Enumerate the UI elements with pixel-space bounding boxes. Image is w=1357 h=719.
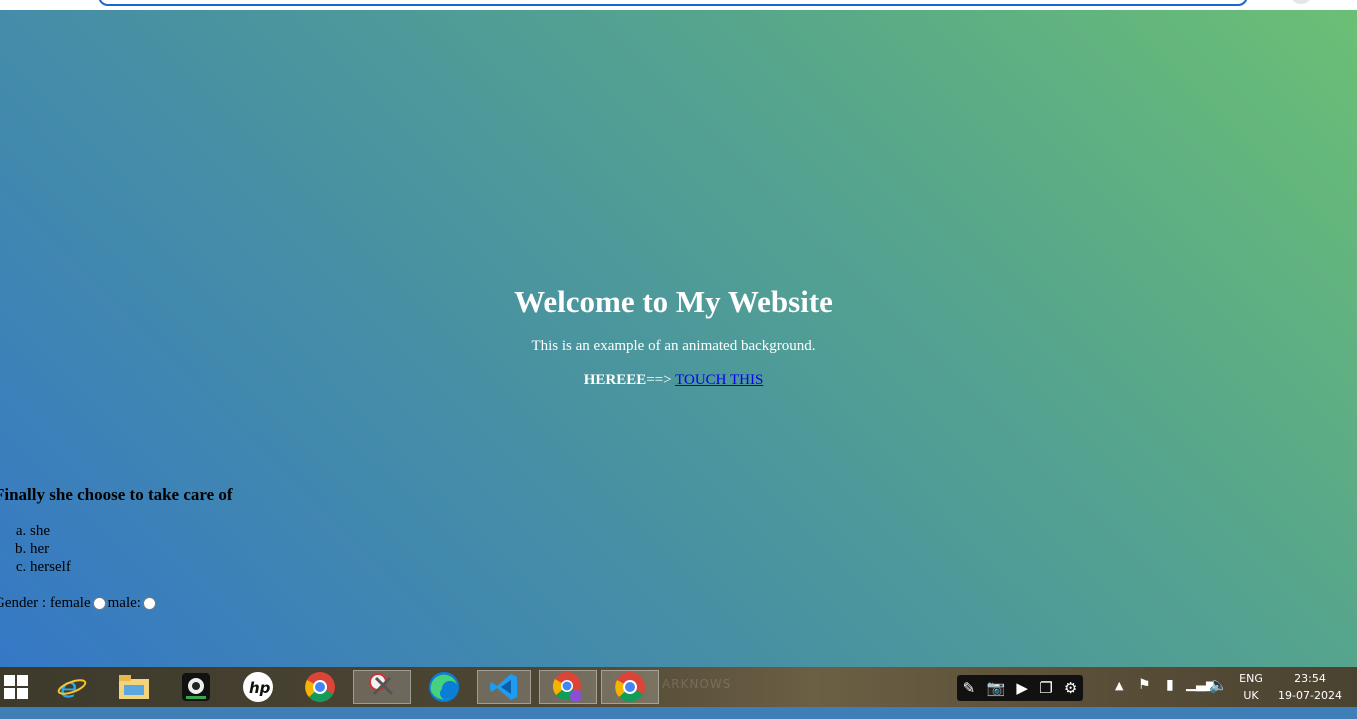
svg-text:hp: hp <box>249 679 271 697</box>
snipping-tool-icon[interactable] <box>353 670 411 704</box>
cta-prefix: HEREEE <box>583 372 647 388</box>
list-item: herself <box>30 558 233 576</box>
flag-icon[interactable]: ⚑ <box>1138 677 1151 717</box>
clock[interactable]: 23:54 19-07-2024 <box>1276 670 1344 710</box>
list-item: she <box>30 522 233 540</box>
list-item: her <box>30 540 233 558</box>
female-label: female <box>49 595 91 611</box>
quiz-options: she her herself <box>0 522 233 576</box>
quiz-question: Finally she choose to take care of <box>0 485 233 504</box>
battery-icon[interactable]: ▮ <box>1166 677 1174 717</box>
time: 23:54 <box>1294 672 1326 685</box>
date: 19-07-2024 <box>1278 689 1342 702</box>
region-code: UK <box>1243 689 1259 702</box>
address-bar[interactable] <box>98 0 1248 6</box>
hp-app-icon[interactable]: hp <box>240 670 276 704</box>
gear-icon[interactable]: ⚙ <box>1064 679 1077 697</box>
video-icon[interactable]: ▶ <box>1016 679 1028 697</box>
chrome-icon[interactable] <box>302 670 338 704</box>
internet-explorer-icon[interactable]: e <box>54 670 90 704</box>
window-icon[interactable]: ❐ <box>1039 679 1052 697</box>
language-code: ENG <box>1239 672 1263 685</box>
chrome-profile-icon[interactable] <box>539 670 597 704</box>
gender-field: Gender : female male: <box>0 595 158 612</box>
page-title: Welcome to My Website <box>514 284 833 319</box>
cta-line: HEREEE==> TOUCH THIS <box>0 370 1347 390</box>
page-background: Welcome to My Website This is an example… <box>0 10 1357 667</box>
quiz-section: Finally she choose to take care of she h… <box>0 484 233 576</box>
female-radio[interactable] <box>92 597 106 610</box>
volume-icon[interactable]: 🔈 <box>1209 676 1228 716</box>
male-label: male: <box>107 595 141 611</box>
wallpaper-text: ARKNOWS <box>662 677 732 691</box>
browser-top-bar <box>0 0 1357 10</box>
taskbar: e hp ARKNOWS ✎ 📷 ▶ ❐ ⚙ ▲ ⚑ ▮ ▁▃▅ 🔈 ENG U… <box>0 667 1357 707</box>
language-indicator[interactable]: ENG UK <box>1236 670 1266 710</box>
touch-this-link[interactable]: TOUCH THIS <box>675 372 763 388</box>
edit-icon[interactable]: ✎ <box>963 679 976 697</box>
capture-toolbar: ✎ 📷 ▶ ❐ ⚙ <box>957 675 1083 701</box>
chrome-active-icon[interactable] <box>601 670 659 704</box>
male-radio[interactable] <box>142 597 156 610</box>
webcam-app-icon[interactable] <box>178 670 214 704</box>
chevron-up-icon[interactable]: ▲ <box>1115 679 1123 719</box>
page-subtitle: This is an example of an animated backgr… <box>531 338 816 354</box>
hero-section: Welcome to My Website This is an example… <box>0 282 1347 390</box>
camera-icon[interactable]: 📷 <box>986 679 1005 697</box>
file-explorer-icon[interactable] <box>116 670 152 704</box>
gender-label: Gender : <box>0 595 47 611</box>
edge-icon[interactable] <box>426 670 462 704</box>
profile-button[interactable] <box>1292 0 1310 4</box>
cta-arrow: ==> <box>646 372 672 388</box>
windows-start-icon[interactable] <box>4 675 28 699</box>
vscode-icon[interactable] <box>477 670 531 704</box>
